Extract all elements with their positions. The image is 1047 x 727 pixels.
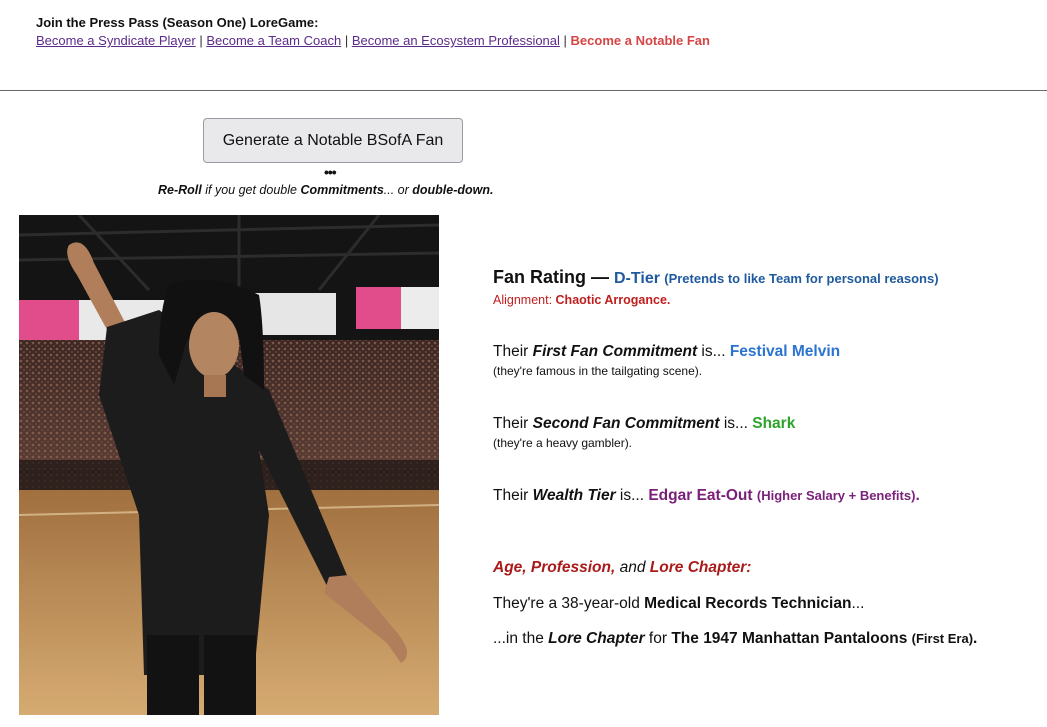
wealth-label: Wealth Tier (532, 487, 616, 504)
reroll-hint: Re-Roll if you get double Commitments...… (158, 183, 494, 197)
wealth-tier: Their Wealth Tier is... Edgar Eat-Out (H… (493, 486, 920, 506)
first-commitment: Their First Fan Commitment is... Festiva… (493, 342, 840, 380)
chapter-team: The 1947 Manhattan Pantaloons (671, 630, 908, 647)
generate-fan-button[interactable]: Generate a Notable BSofA Fan (203, 118, 463, 163)
nav-separator: | (341, 33, 352, 48)
wealth-mid: is... (615, 487, 649, 504)
nav-links: Become a Syndicate Player | Become a Tea… (36, 32, 710, 50)
reroll-double-down: double-down. (412, 183, 494, 197)
age-profession-and: and (615, 559, 650, 576)
reroll-label: Re-Roll (158, 183, 202, 197)
lore-chapter-label: Lore Chapter: (649, 559, 752, 576)
first-commitment-prefix: Their (493, 343, 533, 360)
nav-link-team-coach[interactable]: Become a Team Coach (206, 33, 341, 48)
profession-line: They're a 38-year-old Medical Records Te… (493, 594, 864, 614)
first-commitment-note: (they're famous in the tailgating scene)… (493, 364, 703, 378)
nav-link-notable-fan-active[interactable]: Become a Notable Fan (571, 33, 710, 48)
chapter-mid: for (644, 630, 672, 647)
chapter-end: . (973, 630, 978, 647)
reroll-text: if you get double (201, 183, 301, 197)
chapter-prefix: ...in the (493, 630, 549, 647)
wealth-end: . (915, 487, 920, 504)
fan-portrait-image (19, 215, 439, 715)
wealth-prefix: Their (493, 487, 533, 504)
profession-prefix: They're a 38-year-old (493, 595, 645, 612)
ellipsis-dots: ••• (324, 164, 337, 180)
join-heading: Join the Press Pass (Season One) LoreGam… (36, 15, 319, 30)
profession-value: Medical Records Technician (644, 595, 852, 612)
fan-portrait-illustration (19, 215, 439, 715)
fan-tier: D-Tier (614, 270, 660, 287)
second-commitment-prefix: Their (493, 415, 533, 432)
alignment-value: Chaotic Arrogance. (555, 293, 671, 307)
first-commitment-mid: is... (697, 343, 730, 360)
second-commitment-value: Shark (752, 415, 796, 432)
wealth-note: (Higher Salary + Benefits) (756, 488, 916, 503)
second-commitment-label: Second Fan Commitment (532, 415, 720, 432)
fan-rating-block: Fan Rating — D-Tier (Pretends to like Te… (493, 266, 939, 310)
wealth-value: Edgar Eat-Out (648, 487, 753, 504)
chapter-era: (First Era) (911, 631, 974, 646)
profession-end: ... (851, 595, 865, 612)
nav-separator: | (195, 33, 207, 48)
age-profession-label: Age, Profession, (493, 559, 616, 576)
first-commitment-label: First Fan Commitment (532, 343, 698, 360)
alignment-label: Alignment: (493, 293, 556, 307)
nav-link-syndicate-player[interactable]: Become a Syndicate Player (36, 33, 196, 48)
reroll-commitments: Commitments (300, 183, 384, 197)
join-nav: Join the Press Pass (Season One) LoreGam… (36, 14, 710, 50)
horizontal-divider (0, 90, 1047, 91)
fan-rating-label: Fan Rating — (493, 267, 614, 287)
first-commitment-value: Festival Melvin (729, 343, 841, 360)
chapter-label: Lore Chapter (548, 630, 645, 647)
second-commitment: Their Second Fan Commitment is... Shark … (493, 414, 795, 452)
nav-separator: | (559, 33, 571, 48)
second-commitment-note: (they're a heavy gambler). (493, 436, 633, 450)
fan-tier-note: (Pretends to like Team for personal reas… (664, 271, 939, 286)
age-profession-header: Age, Profession, and Lore Chapter: (493, 558, 751, 578)
nav-link-ecosystem-professional[interactable]: Become an Ecosystem Professional (352, 33, 560, 48)
lore-chapter-line: ...in the Lore Chapter for The 1947 Manh… (493, 629, 977, 649)
second-commitment-mid: is... (719, 415, 753, 432)
reroll-text: ... or (383, 183, 413, 197)
